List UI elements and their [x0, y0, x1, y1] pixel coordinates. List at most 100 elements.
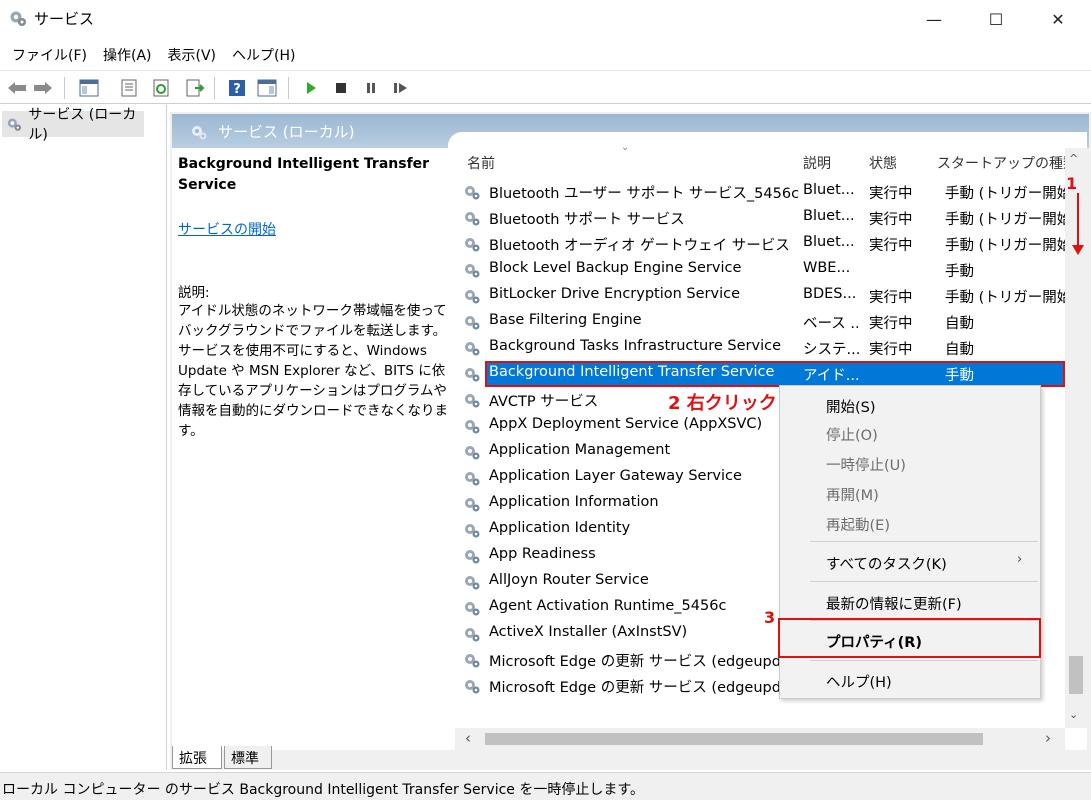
service-gear-icon: [463, 495, 481, 513]
maximize-icon: ☐: [988, 9, 1004, 29]
tree-item-label: サービス (ローカル): [28, 107, 137, 143]
annotation-step-3: 3: [764, 608, 776, 627]
back-button[interactable]: [6, 77, 28, 99]
show-console-tree-button[interactable]: [78, 77, 100, 99]
service-name: Background Tasks Infrastructure Service: [489, 338, 781, 354]
description-text: アイドル状態のネットワーク帯域幅を使ってバックグラウンドでファイルを転送します。…: [178, 303, 448, 439]
service-gear-icon: [463, 651, 481, 669]
stop-service-button[interactable]: [330, 77, 352, 99]
menu-item-pause: 一時停止(U): [826, 458, 906, 474]
console-tree: サービス (ローカル): [0, 105, 167, 770]
refresh-icon: [153, 79, 169, 97]
table-row[interactable]: Background Tasks Infrastructure Service シ…: [455, 335, 1065, 361]
start-service-link[interactable]: サービスの開始: [178, 219, 276, 239]
service-status: 実行中: [869, 290, 913, 306]
menu-item-start[interactable]: 開始(S): [826, 396, 876, 417]
column-description[interactable]: 説明: [803, 153, 831, 173]
service-gear-icon: [463, 547, 481, 565]
table-row[interactable]: Block Level Backup Engine Service WBE... 手…: [455, 257, 1065, 283]
panel-header-title: サービス (ローカル): [218, 123, 355, 141]
service-gear-icon: [463, 521, 481, 539]
menu-separator: [810, 581, 1038, 582]
menu-action[interactable]: 操作(A): [97, 45, 162, 65]
service-startup-type: 自動: [945, 316, 974, 332]
status-text: ローカル コンピューター のサービス Background Intelligen…: [2, 782, 644, 798]
scroll-right-icon[interactable]: ›: [1045, 729, 1051, 747]
minimize-button[interactable]: —: [911, 0, 957, 38]
service-name: Microsoft Edge の更新 サービス (edgeupda: [489, 654, 790, 670]
service-gear-icon: [463, 261, 481, 279]
minimize-icon: —: [926, 9, 942, 29]
start-service-button[interactable]: [300, 77, 322, 99]
forward-button[interactable]: [32, 77, 54, 99]
column-status[interactable]: 状態: [869, 153, 897, 173]
scroll-left-icon[interactable]: ‹: [465, 729, 471, 747]
help-button[interactable]: ?: [226, 77, 248, 99]
service-name: ActiveX Installer (AxInstSV): [489, 624, 688, 640]
annotation-step-2: 2 右クリック: [668, 393, 777, 414]
menu-help[interactable]: ヘルプ(H): [226, 45, 305, 65]
pause-service-icon: [367, 83, 375, 93]
service-startup-type: 手動 (トリガー開始): [945, 238, 1065, 254]
service-gear-icon: [463, 391, 481, 409]
refresh-button[interactable]: [150, 77, 172, 99]
toolbar: ?: [0, 70, 1091, 104]
service-name: Application Management: [489, 442, 671, 458]
description-pane: Background Intelligent Transfer Service …: [172, 148, 455, 750]
status-bar: ローカル コンピューター のサービス Background Intelligen…: [0, 772, 1091, 800]
tree-item-services-local[interactable]: サービス (ローカル): [2, 107, 144, 143]
vertical-scrollbar[interactable]: ^ ⌄: [1065, 148, 1087, 728]
menu-item-help[interactable]: ヘルプ(H): [826, 671, 892, 692]
menu-item-refresh[interactable]: 最新の情報に更新(F): [826, 593, 962, 614]
menu-file[interactable]: ファイル(F): [6, 45, 97, 65]
horizontal-scrollbar[interactable]: ‹ ›: [455, 728, 1065, 750]
export-list-button[interactable]: [184, 77, 206, 99]
service-gear-icon: [463, 443, 481, 461]
table-row-selected[interactable]: Background Intelligent Transfer Service ア…: [455, 361, 1065, 387]
service-name: Block Level Backup Engine Service: [489, 260, 742, 276]
restart-service-icon: [394, 83, 407, 93]
service-startup-type: 手動: [945, 368, 974, 384]
column-name[interactable]: 名前: [467, 153, 495, 173]
pause-service-button[interactable]: [360, 77, 382, 99]
service-description: システ...: [803, 342, 861, 358]
table-row[interactable]: Base Filtering Engine ベース ... 実行中 自動: [455, 309, 1065, 335]
service-description: ベース ...: [803, 316, 861, 332]
table-row[interactable]: Bluetooth ユーザー サポート サービス_5456c Bluet... 実行…: [455, 179, 1065, 205]
scroll-thumb[interactable]: [1069, 656, 1083, 694]
table-row[interactable]: Bluetooth オーディオ ゲートウェイ サービス Bluet... 実行中 手動…: [455, 231, 1065, 257]
toolbar-separator: [214, 77, 215, 99]
menu-bar: ファイル(F) 操作(A) 表示(V) ヘルプ(H): [0, 40, 1091, 70]
service-startup-type: 手動: [945, 264, 974, 280]
service-name: Agent Activation Runtime_5456c: [489, 598, 727, 614]
maximize-button[interactable]: ☐: [973, 0, 1019, 38]
service-name: AppX Deployment Service (AppXSVC): [489, 416, 763, 432]
properties-button[interactable]: [118, 77, 140, 99]
scroll-down-icon[interactable]: ⌄: [1069, 708, 1078, 721]
table-row[interactable]: BitLocker Drive Encryption Service BDES..…: [455, 283, 1065, 309]
scroll-thumb[interactable]: [485, 733, 983, 745]
restart-service-button[interactable]: [390, 77, 412, 99]
show-action-pane-button[interactable]: [256, 77, 278, 99]
tab-standard[interactable]: 標準: [224, 746, 272, 769]
service-name: Background Intelligent Transfer Service: [489, 364, 775, 380]
close-button[interactable]: ✕: [1035, 0, 1081, 38]
service-name: Application Information: [489, 494, 659, 510]
service-status: 実行中: [869, 212, 913, 228]
scroll-up-icon[interactable]: ^: [1069, 152, 1078, 165]
service-status: 実行中: [869, 238, 913, 254]
export-list-icon: [186, 79, 205, 97]
tab-extended[interactable]: 拡張: [172, 746, 222, 769]
service-name: Bluetooth オーディオ ゲートウェイ サービス: [489, 238, 790, 254]
services-gear-icon: [192, 126, 207, 140]
column-startup-type[interactable]: スタートアップの種類: [937, 153, 1065, 173]
table-row[interactable]: Bluetooth サポート サービス Bluet... 実行中 手動 (トリガー開始…: [455, 205, 1065, 231]
forward-arrow-icon: [34, 82, 52, 94]
service-gear-icon: [463, 235, 481, 253]
sort-indicator-icon: ⌄: [621, 142, 630, 153]
menu-view[interactable]: 表示(V): [162, 45, 227, 65]
menu-item-all-tasks[interactable]: すべてのタスク(K): [826, 553, 947, 574]
service-startup-type: 自動: [945, 342, 974, 358]
service-status: 実行中: [869, 316, 913, 332]
service-title: Background Intelligent Transfer Service: [178, 156, 430, 193]
